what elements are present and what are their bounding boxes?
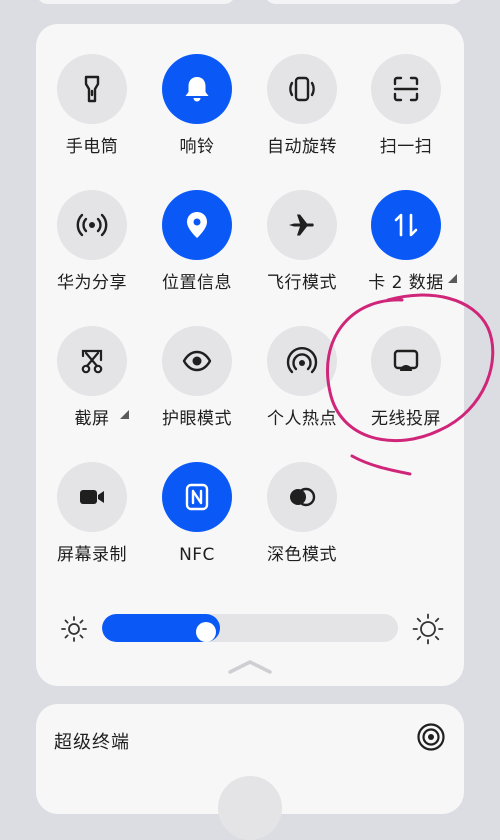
tile-label: 无线投屏 — [371, 409, 441, 429]
tile-nfc[interactable]: NFC — [145, 462, 249, 567]
hotspot-icon — [267, 326, 337, 396]
tile-auto-rotate[interactable]: 自动旋转 — [250, 54, 354, 159]
tile-location[interactable]: 位置信息 — [145, 190, 249, 295]
tile-eye-comfort[interactable]: 护眼模式 — [145, 326, 249, 431]
auto-rotate-icon — [267, 54, 337, 124]
dark-mode-icon — [267, 462, 337, 532]
brightness-low-icon — [60, 615, 88, 647]
tile-label: 手电筒 — [65, 137, 119, 157]
tile-label: NFC — [179, 545, 215, 565]
nfc-icon — [162, 462, 232, 532]
tile-wireless-projection[interactable]: 无线投屏 — [354, 326, 458, 431]
bell-icon — [162, 54, 232, 124]
tile-label: 位置信息 — [162, 273, 232, 293]
tile-hotspot[interactable]: 个人热点 — [250, 326, 354, 431]
tile-scan[interactable]: 扫一扫 — [354, 54, 458, 159]
tile-flashlight[interactable]: 手电筒 — [40, 54, 144, 159]
collapse-handle-icon[interactable] — [226, 658, 274, 680]
tile-label: 扫一扫 — [379, 137, 433, 157]
tile-airplane-mode[interactable]: 飞行模式 — [250, 190, 354, 295]
tile-label: 个人热点 — [267, 409, 337, 429]
super-device-card[interactable]: 超级终端 — [36, 704, 464, 840]
tile-ringer[interactable]: 响铃 — [145, 54, 249, 159]
mobile-data-icon — [371, 190, 441, 260]
tile-label: 自动旋转 — [267, 137, 337, 157]
brightness-slider[interactable] — [60, 610, 444, 646]
eye-icon — [162, 326, 232, 396]
brightness-high-icon — [412, 613, 444, 649]
location-pin-icon — [162, 190, 232, 260]
brightness-track[interactable] — [102, 614, 398, 642]
screenshot-scissors-icon — [57, 326, 127, 396]
super-device-icon[interactable] — [416, 722, 446, 756]
tile-sim2-data[interactable]: 卡 2 数据 — [354, 190, 458, 295]
wireless-projection-icon — [371, 326, 441, 396]
huawei-share-icon — [57, 190, 127, 260]
tile-label: 屏幕录制 — [57, 545, 127, 565]
device-bubble[interactable] — [218, 776, 282, 840]
tile-label: 深色模式 — [267, 545, 337, 565]
airplane-icon — [267, 190, 337, 260]
brightness-knob[interactable] — [196, 622, 216, 642]
super-device-title: 超级终端 — [54, 732, 130, 753]
tile-label: 华为分享 — [57, 273, 127, 293]
screen-record-icon — [57, 462, 127, 532]
expand-arrow-icon[interactable] — [120, 410, 129, 419]
tile-label: 卡 2 数据 — [368, 273, 444, 293]
flashlight-icon — [57, 54, 127, 124]
scan-icon — [371, 54, 441, 124]
tile-label: 飞行模式 — [267, 273, 337, 293]
top-card-left — [36, 0, 236, 4]
tile-label: 响铃 — [179, 137, 215, 157]
tile-label: 护眼模式 — [162, 409, 232, 429]
tile-dark-mode[interactable]: 深色模式 — [250, 462, 354, 567]
tile-screen-record[interactable]: 屏幕录制 — [40, 462, 144, 567]
quick-settings-panel: 手电筒 响铃 自动旋转 扫一扫 华为分享 位置信息 飞行模式 卡 2 数据 截屏… — [36, 24, 464, 686]
tile-screenshot[interactable]: 截屏 — [40, 326, 144, 431]
expand-arrow-icon[interactable] — [448, 274, 457, 283]
top-card-right — [264, 0, 464, 4]
tile-huawei-share[interactable]: 华为分享 — [40, 190, 144, 295]
